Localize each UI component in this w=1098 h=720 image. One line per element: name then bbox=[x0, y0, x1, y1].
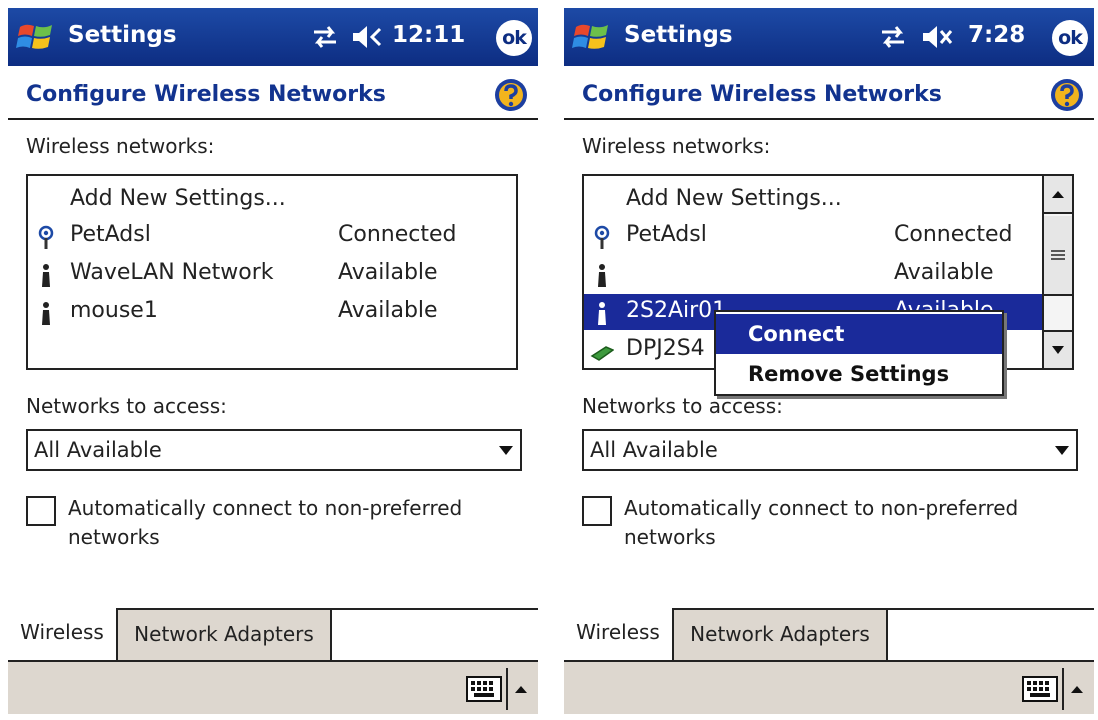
access-point-icon bbox=[42, 264, 50, 287]
network-status: Available bbox=[894, 260, 994, 285]
arrow-down-icon bbox=[1052, 346, 1064, 354]
clock[interactable]: 12:11 bbox=[392, 22, 465, 48]
network-row[interactable]: Available bbox=[584, 256, 1072, 292]
pocketpc-screen-left: Settings 12:11 ok Configure Wireless Net… bbox=[8, 8, 538, 714]
network-name: 2S2Air01 bbox=[626, 298, 727, 323]
menu-item-remove-settings[interactable]: Remove Settings bbox=[716, 354, 1002, 394]
network-name: WaveLAN Network bbox=[70, 260, 274, 285]
wireless-network-list[interactable]: Add New Settings... PetAdsl Connected Wa… bbox=[26, 174, 518, 370]
title-bar: Settings 12:11 ok bbox=[8, 8, 538, 66]
grip-icon bbox=[1051, 250, 1065, 260]
ok-button[interactable]: ok bbox=[496, 20, 532, 56]
page-header: Configure Wireless Networks bbox=[564, 66, 1094, 120]
speaker-muted-icon[interactable] bbox=[920, 22, 956, 52]
network-status: Connected bbox=[894, 222, 1013, 247]
networks-to-access-dropdown[interactable]: All Available bbox=[582, 429, 1078, 471]
auto-connect-checkbox[interactable] bbox=[582, 496, 612, 526]
sip-menu-arrow[interactable] bbox=[506, 668, 534, 710]
command-bar bbox=[8, 660, 538, 714]
auto-connect-label[interactable]: Automatically connect to non-preferred n… bbox=[624, 494, 1064, 552]
connectivity-icon[interactable] bbox=[308, 22, 342, 52]
dropdown-value: All Available bbox=[34, 438, 162, 462]
network-row[interactable]: PetAdsl Connected bbox=[584, 218, 1072, 254]
networks-to-access-dropdown[interactable]: All Available bbox=[26, 429, 522, 471]
chevron-up-icon bbox=[515, 686, 527, 693]
network-status: Connected bbox=[338, 222, 457, 247]
add-new-settings-label: Add New Settings... bbox=[70, 186, 286, 211]
network-name: PetAdsl bbox=[626, 222, 707, 247]
keyboard-icon[interactable] bbox=[1022, 676, 1058, 702]
antenna-icon bbox=[38, 225, 54, 249]
speaker-icon[interactable] bbox=[350, 22, 386, 52]
dropdown-value: All Available bbox=[590, 438, 718, 462]
access-point-icon bbox=[598, 264, 606, 287]
clock[interactable]: 7:28 bbox=[968, 22, 1025, 48]
windows-start-icon[interactable] bbox=[14, 19, 58, 55]
network-status: Available bbox=[338, 298, 438, 323]
antenna-icon bbox=[594, 225, 610, 249]
tab-wireless[interactable]: Wireless bbox=[8, 608, 118, 660]
command-bar bbox=[564, 660, 1094, 714]
title-bar: Settings 7:28 ok bbox=[564, 8, 1094, 66]
ok-button[interactable]: ok bbox=[1052, 20, 1088, 56]
dropdown-arrow-icon[interactable] bbox=[1054, 443, 1070, 457]
network-row[interactable]: WaveLAN Network Available bbox=[28, 256, 516, 292]
add-new-settings-item[interactable]: Add New Settings... bbox=[28, 182, 516, 218]
access-point-icon bbox=[598, 302, 606, 325]
app-title: Settings bbox=[68, 22, 177, 48]
scroll-up-button[interactable] bbox=[1044, 176, 1072, 214]
networks-to-access-label: Networks to access: bbox=[26, 394, 227, 418]
add-new-settings-label: Add New Settings... bbox=[626, 186, 842, 211]
arrow-up-icon bbox=[1052, 191, 1064, 198]
page-header: Configure Wireless Networks bbox=[8, 66, 538, 120]
networks-to-access-label: Networks to access: bbox=[582, 394, 783, 418]
wireless-networks-label: Wireless networks: bbox=[26, 134, 215, 158]
network-status: Available bbox=[338, 260, 438, 285]
network-name: PetAdsl bbox=[70, 222, 151, 247]
dropdown-arrow-icon[interactable] bbox=[498, 443, 514, 457]
tab-wireless[interactable]: Wireless bbox=[564, 608, 674, 660]
wireless-networks-label: Wireless networks: bbox=[582, 134, 771, 158]
menu-item-connect[interactable]: Connect bbox=[716, 314, 1002, 354]
page-title: Configure Wireless Networks bbox=[26, 82, 386, 107]
network-name: mouse1 bbox=[70, 298, 158, 323]
network-row[interactable]: mouse1 Available bbox=[28, 294, 516, 330]
help-icon[interactable] bbox=[1050, 78, 1084, 112]
keyboard-icon[interactable] bbox=[466, 676, 502, 702]
access-point-icon bbox=[42, 302, 50, 325]
tab-strip: Wireless Network Adapters bbox=[8, 608, 538, 660]
network-name: DPJ2S4 bbox=[626, 336, 705, 361]
auto-connect-checkbox[interactable] bbox=[26, 496, 56, 526]
add-new-settings-item[interactable]: Add New Settings... bbox=[584, 182, 1072, 218]
auto-connect-label[interactable]: Automatically connect to non-preferred n… bbox=[68, 494, 508, 552]
scroll-thumb[interactable] bbox=[1044, 216, 1072, 296]
chevron-up-icon bbox=[1071, 686, 1083, 693]
sip-menu-arrow[interactable] bbox=[1062, 668, 1090, 710]
network-card-icon bbox=[590, 346, 614, 361]
app-title: Settings bbox=[624, 22, 733, 48]
network-context-menu: Connect Remove Settings bbox=[714, 310, 1004, 396]
network-list-scrollbar[interactable] bbox=[1042, 176, 1072, 368]
windows-start-icon[interactable] bbox=[570, 19, 614, 55]
connectivity-icon[interactable] bbox=[876, 22, 910, 52]
tab-strip: Wireless Network Adapters bbox=[564, 608, 1094, 660]
tab-network-adapters[interactable]: Network Adapters bbox=[118, 610, 332, 660]
tab-network-adapters[interactable]: Network Adapters bbox=[674, 610, 888, 660]
help-icon[interactable] bbox=[494, 78, 528, 112]
network-row[interactable]: PetAdsl Connected bbox=[28, 218, 516, 254]
pocketpc-screen-right: Settings 7:28 ok Configure Wireless Netw… bbox=[564, 8, 1094, 714]
scroll-down-button[interactable] bbox=[1044, 330, 1072, 368]
page-title: Configure Wireless Networks bbox=[582, 82, 942, 107]
